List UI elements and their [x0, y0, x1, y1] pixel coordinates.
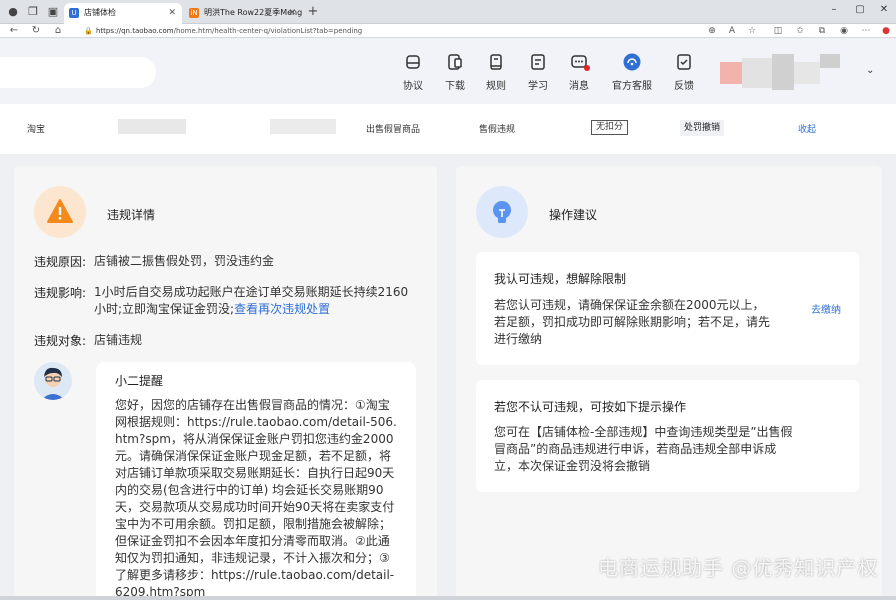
- more-icon[interactable]: ⋯: [860, 24, 872, 38]
- violation-summary-bar: 淘宝 出售假冒商品 售假违规 无扣分 处罚撤销 收起: [0, 104, 896, 154]
- browser-logo-icon[interactable]: ●: [880, 24, 892, 38]
- assistant-tip-bubble: 小二提醒 您好，因您的店铺存在出售假冒商品的情况：①淘宝网根据规则：https:…: [96, 362, 416, 600]
- close-tab-icon[interactable]: ✕: [288, 3, 296, 23]
- blurred-field: [118, 119, 186, 134]
- learn-icon: [531, 54, 545, 70]
- reason-value: 店铺被二振售假处罚，罚没违约金: [94, 254, 275, 268]
- close-tab-icon[interactable]: ✕: [168, 3, 176, 23]
- platform-label: 淘宝: [27, 125, 46, 135]
- lightbulb-icon: [476, 186, 528, 238]
- new-tab-button[interactable]: +: [306, 5, 320, 19]
- nav-download[interactable]: 下载: [433, 53, 477, 92]
- refresh-icon[interactable]: ↻: [30, 24, 42, 38]
- address-bar-row: ← ↻ ⌂ 🔒 https://qn.taobao.com/home.htm/h…: [0, 24, 896, 38]
- collapse-link[interactable]: 收起: [798, 122, 816, 135]
- blurred-field: [270, 119, 336, 134]
- dispute-title: 若您不认可违规，可按如下提示操作: [494, 400, 687, 414]
- accept-violation-panel: 我认可违规，想解除限制 若您认可违规，请确保保证金余额在2000元以上， 若足额…: [476, 252, 859, 365]
- type-label: 售假违规: [479, 125, 516, 135]
- top-header: 协议 下载 规则 学习 消息 官方客服 反馈 ⌄: [0, 39, 896, 104]
- violation-detail-card: 违规详情 违规原因: 店铺被二振售假处罚，罚没违约金 违规影响: 1小时后自交易…: [14, 166, 437, 600]
- suggestion-title: 操作建议: [549, 208, 598, 222]
- favorite-icon[interactable]: ☆: [746, 24, 758, 38]
- nav-feedback[interactable]: 反馈: [662, 53, 706, 92]
- impact-label: 违规影响:: [34, 286, 87, 300]
- target-value: 店铺违规: [94, 333, 143, 347]
- pay-deposit-link[interactable]: 去缴纳: [811, 301, 841, 316]
- home-icon[interactable]: ⌂: [52, 24, 64, 38]
- accept-title: 我认可违规，想解除限制: [494, 272, 627, 286]
- nav-learn[interactable]: 学习: [516, 53, 560, 92]
- suggestion-card: 操作建议 我认可违规，想解除限制 若您认可违规，请确保保证金余额在2000元以上…: [456, 166, 882, 600]
- customer-service-icon: [623, 53, 641, 71]
- view-repeat-violation-link[interactable]: 查看再次违规处置: [234, 302, 330, 316]
- feedback-icon: [677, 54, 691, 70]
- chevron-down-icon[interactable]: ⌄: [866, 65, 874, 76]
- lock-icon: 🔒: [84, 27, 93, 35]
- violation-detail-title: 违规详情: [107, 208, 156, 222]
- url-field[interactable]: 🔒 https://qn.taobao.com/home.htm/health-…: [82, 25, 762, 37]
- maximize-icon[interactable]: ▢: [852, 4, 868, 15]
- penalty-status-badge: 处罚撤销: [680, 120, 725, 136]
- minimize-icon[interactable]: –: [826, 4, 842, 15]
- extensions-icon[interactable]: ◉: [838, 24, 850, 38]
- zoom-icon[interactable]: ⊕: [706, 24, 718, 38]
- deduction-badge: 无扣分: [591, 120, 629, 135]
- tab-product[interactable]: iN 明洪The Row22夏季Meng-Mach... ✕: [184, 3, 302, 24]
- dispute-description: 您可在【店铺体检-全部违规】中查询违规类型是”出售假 冒商品”的商品违规进行申诉…: [494, 425, 793, 473]
- tab-shop-check[interactable]: U 店铺体检 ✕: [64, 3, 182, 24]
- back-icon[interactable]: ←: [8, 24, 20, 38]
- tip-body: 您好，因您的店铺存在出售假冒商品的情况：①淘宝网根据规则：https://rul…: [115, 398, 397, 599]
- search-input[interactable]: [0, 57, 156, 88]
- warning-icon: [34, 186, 86, 238]
- collections-icon[interactable]: ❐: [26, 5, 40, 19]
- avatar[interactable]: [720, 52, 840, 92]
- watermark: 电商运规助手 @优秀知识产权: [598, 556, 879, 580]
- download-icon: [448, 54, 462, 70]
- dispute-violation-panel: 若您不认可违规，可按如下提示操作 您可在【店铺体检-全部违规】中查询违规类型是”…: [476, 380, 859, 492]
- horizontal-scrollbar[interactable]: [0, 596, 896, 600]
- protocol-icon: [406, 55, 420, 69]
- nav-message[interactable]: 消息: [557, 53, 601, 92]
- browser-tab-bar: ● ❐ ▣ U 店铺体检 ✕ iN 明洪The Row22夏季Meng-Mach…: [0, 0, 896, 24]
- favorites-icon[interactable]: ✩: [794, 24, 806, 38]
- tip-title: 小二提醒: [115, 374, 164, 388]
- impact-value: 1小时后自交易成功起账户在途订单交易账期延长持续2160 小时;立即淘宝保证金罚…: [94, 285, 409, 316]
- nav-customer-service[interactable]: 官方客服: [610, 53, 654, 92]
- nav-protocol[interactable]: 协议: [391, 53, 435, 92]
- close-window-icon[interactable]: ✕: [876, 4, 892, 15]
- profile-icon[interactable]: ●: [6, 5, 20, 19]
- assistant-avatar-icon: [34, 362, 72, 400]
- unread-badge: [584, 65, 590, 71]
- shield-icon: U: [69, 8, 79, 18]
- store-icon: iN: [189, 8, 199, 18]
- target-label: 违规对象:: [34, 334, 87, 348]
- collections-icon[interactable]: ⧉: [816, 24, 828, 38]
- accept-description: 若您认可违规，请确保保证金余额在2000元以上， 若足额，罚扣成功即可解除账期影…: [494, 298, 771, 346]
- split-screen-icon[interactable]: ◫: [772, 24, 784, 38]
- rules-icon: [490, 54, 502, 70]
- reason-label: 违规原因:: [34, 255, 87, 269]
- category-label: 出售假冒商品: [366, 125, 421, 135]
- read-aloud-icon[interactable]: A: [726, 24, 738, 38]
- tab-actions-icon[interactable]: ▣: [46, 5, 60, 19]
- nav-rules[interactable]: 规则: [474, 53, 518, 92]
